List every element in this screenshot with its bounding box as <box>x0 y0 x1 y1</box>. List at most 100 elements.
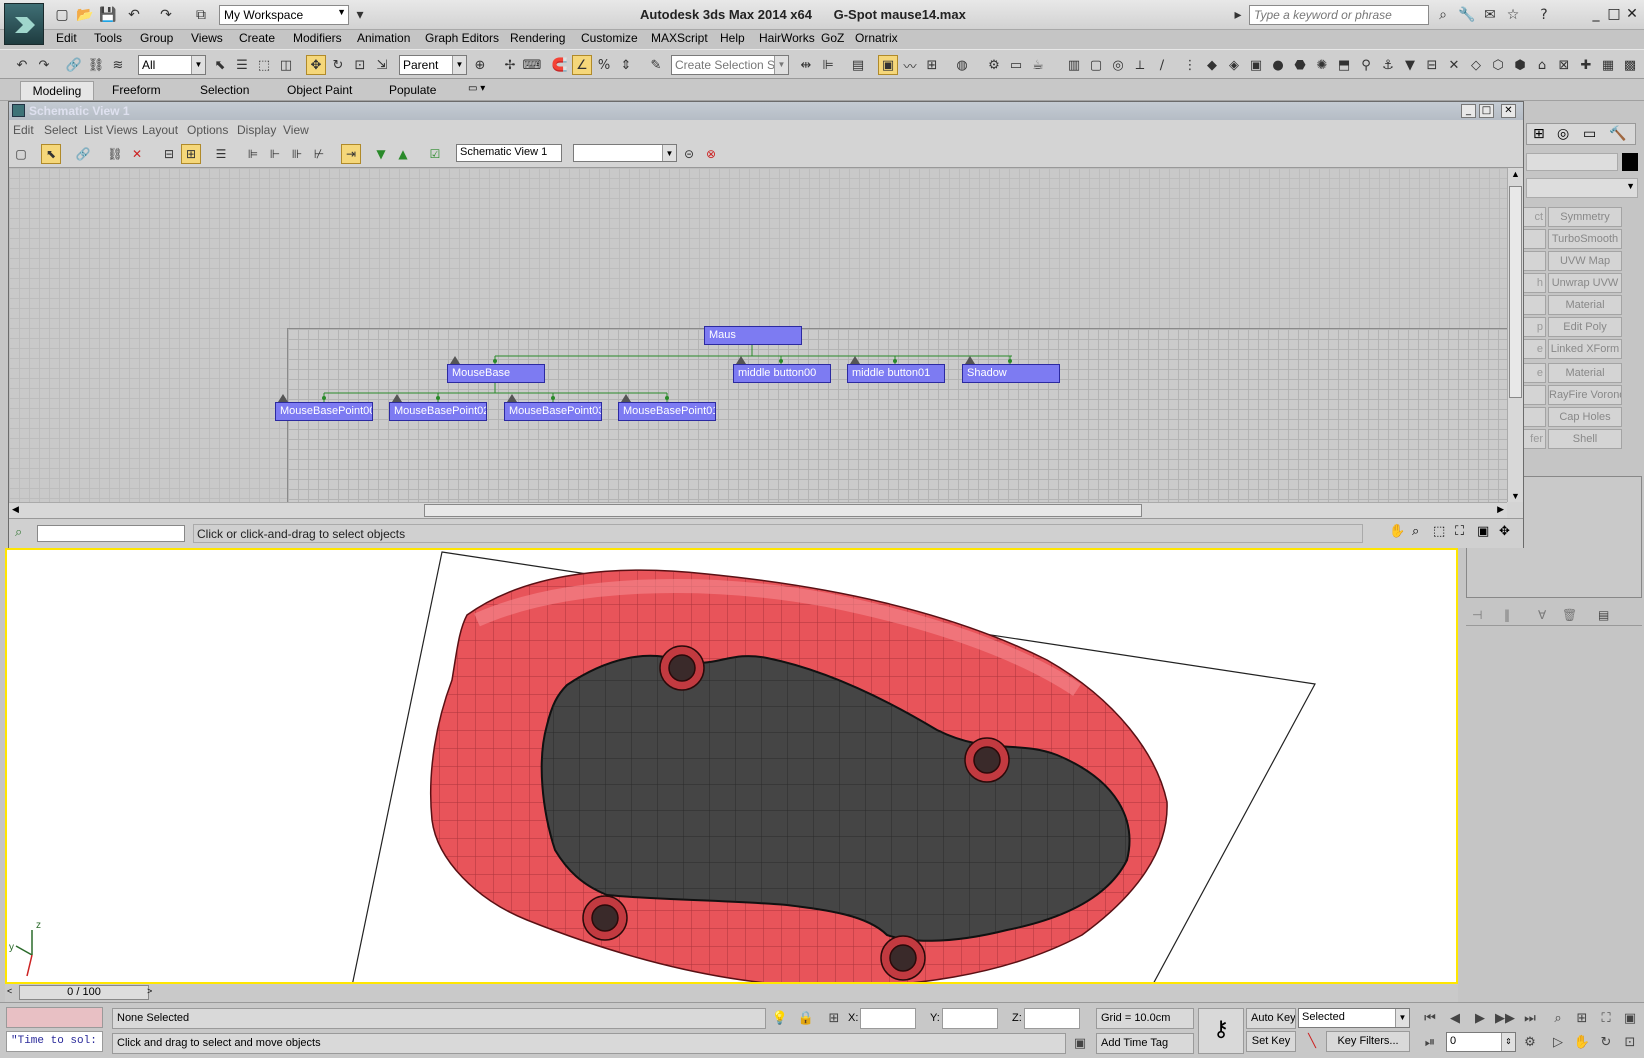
plugin-toolbar-icon-14[interactable]: ⚲ <box>1356 55 1376 75</box>
minimize-button[interactable]: _ <box>1587 6 1605 24</box>
modifier-button-symmetry[interactable]: Symmetry <box>1548 207 1622 227</box>
ribbon-options-icon[interactable]: ▭ ▾ <box>460 81 493 100</box>
modifier-button-uvw-map[interactable]: UVW Map <box>1548 251 1622 271</box>
free-selected-icon[interactable]: ⊬ <box>309 144 329 164</box>
node-collapse-triangle[interactable] <box>621 394 631 402</box>
select-and-move-icon[interactable]: ✥ <box>306 55 326 75</box>
workspace-select[interactable]: My Workspace ▼ <box>219 5 349 25</box>
layer-manager-icon[interactable]: ▤ <box>848 55 868 75</box>
select-object-icon[interactable]: ⬉ <box>210 55 230 75</box>
modifier-button-shell[interactable]: Shell <box>1548 429 1622 449</box>
unlink-icon[interactable]: ⛓ <box>86 55 106 75</box>
menu-hairworks[interactable]: HairWorks <box>759 31 815 45</box>
subscription-icon[interactable]: 🔧 <box>1457 5 1477 25</box>
maxscript-listener-input[interactable]: "Time to sol: <box>6 1031 103 1052</box>
node-collapse-triangle[interactable] <box>278 394 288 402</box>
time-slider-thumb[interactable]: 0 / 100 <box>19 985 149 1000</box>
redo-icon[interactable]: ↷ <box>156 5 176 25</box>
plugin-toolbar-icon-15[interactable]: ⚓ <box>1378 55 1398 75</box>
time-prev-icon[interactable]: < <box>7 986 12 996</box>
mirror-icon[interactable]: ⇹ <box>796 55 816 75</box>
node-middle-button00[interactable]: middle button00 <box>733 364 831 383</box>
node-middle-button01[interactable]: middle button01 <box>847 364 945 383</box>
menu-ornatrix[interactable]: Ornatrix <box>855 31 898 45</box>
node-collapse-triangle[interactable] <box>965 356 975 364</box>
tab-modeling[interactable]: Modeling <box>20 81 94 100</box>
zoom-selected-viewport-icon[interactable]: ⊝ <box>679 144 699 164</box>
free-all-icon[interactable]: ⊪ <box>287 144 307 164</box>
go-to-end-icon[interactable]: ⏭ <box>1520 1008 1540 1028</box>
node-collapse-triangle[interactable] <box>507 394 517 402</box>
pivot-center-icon[interactable]: ⊕ <box>470 55 490 75</box>
schematic-menu-list-views[interactable]: List Views <box>84 123 138 137</box>
menu-modifiers[interactable]: Modifiers <box>293 31 342 45</box>
zoom-extents-icon[interactable]: ⛶ <box>1455 524 1464 539</box>
pan-to-selected-icon[interactable]: ✥ <box>1499 524 1510 539</box>
modifier-button-unwrap-uvw[interactable]: Unwrap UVW <box>1548 273 1622 293</box>
rectangular-selection-icon[interactable]: ⬚ <box>254 55 274 75</box>
schematic-menu-view[interactable]: View <box>283 123 309 137</box>
scroll-down-icon[interactable]: ▼ <box>1511 491 1520 501</box>
plugin-toolbar-icon-6[interactable]: ⋮ <box>1180 55 1200 75</box>
select-and-rotate-icon[interactable]: ↻ <box>328 55 348 75</box>
go-to-start-icon[interactable]: ⏮ <box>1420 1008 1440 1028</box>
schematic-minimize-button[interactable]: _ <box>1461 104 1476 118</box>
modifier-button-linked-xform[interactable]: Linked XForm <box>1548 339 1622 359</box>
binoculars-icon[interactable]: ⌕ <box>1433 5 1453 25</box>
render-setup-icon[interactable]: ⚙ <box>984 55 1004 75</box>
plugin-toolbar-icon-16[interactable]: ▼ <box>1400 55 1420 75</box>
schematic-view-name-field[interactable]: Schematic View 1 <box>456 144 562 162</box>
display-floater-icon[interactable]: ▢ <box>11 144 31 164</box>
plugin-toolbar-icon-10[interactable]: ● <box>1268 55 1288 75</box>
make-unique-icon[interactable]: ∀ <box>1538 608 1546 622</box>
modifier-button-material-2[interactable]: Material <box>1548 363 1622 383</box>
display-tab-icon[interactable]: ▭ <box>1583 126 1596 142</box>
pan-view-icon[interactable]: ✋ <box>1572 1032 1592 1052</box>
menu-help[interactable]: Help <box>720 31 745 45</box>
named-selection-select[interactable]: Create Selection Se ▼ <box>671 55 789 75</box>
plugin-toolbar-icon-21[interactable]: ⬢ <box>1510 55 1530 75</box>
plugin-toolbar-icon-25[interactable]: ▦ <box>1598 55 1618 75</box>
customize-toolbar-icon[interactable]: ▾ <box>350 5 370 25</box>
schematic-menu-display[interactable]: Display <box>237 123 276 137</box>
menu-customize[interactable]: Customize <box>581 31 638 45</box>
reference-coordinate-select[interactable]: Parent ▼ <box>399 55 467 75</box>
bookmark-name-select[interactable]: ▼ <box>573 144 677 162</box>
unlink-selected-icon[interactable]: ⛓ <box>105 144 125 164</box>
key-filters-button[interactable]: Key Filters... <box>1326 1031 1410 1052</box>
zoom-extents-selected-icon[interactable]: ▣ <box>1477 524 1489 539</box>
schematic-search-input[interactable] <box>37 525 185 542</box>
hierarchy-tab-icon[interactable]: ⊞ <box>1533 126 1545 142</box>
scroll-left-icon[interactable]: ◀ <box>12 504 19 515</box>
plugin-toolbar-icon-17[interactable]: ⊟ <box>1422 55 1442 75</box>
plugin-toolbar-icon-11[interactable]: ⬣ <box>1290 55 1310 75</box>
expand-selected-icon[interactable]: ▼ <box>371 144 391 164</box>
time-slider[interactable]: < 0 / 100 > <box>5 984 1458 1002</box>
menu-tools[interactable]: Tools <box>94 31 122 45</box>
schematic-menu-edit[interactable]: Edit <box>13 123 34 137</box>
scroll-right-icon[interactable]: ▶ <box>1497 504 1504 515</box>
plugin-toolbar-icon-23[interactable]: ⊠ <box>1554 55 1574 75</box>
collapse-selected-icon[interactable]: ▲ <box>393 144 413 164</box>
schematic-vertical-scrollbar[interactable]: ▲ ▼ <box>1507 168 1523 502</box>
modifier-list-select[interactable]: ▼ <box>1526 178 1638 198</box>
delete-objects-icon[interactable]: ✕ <box>127 144 147 164</box>
redo-icon[interactable]: ↷ <box>34 55 54 75</box>
undo-icon[interactable]: ↶ <box>124 5 144 25</box>
schematic-menu-select[interactable]: Select <box>44 123 77 137</box>
hierarchy-mode-icon[interactable]: ⊟ <box>159 144 179 164</box>
curve-editor-icon[interactable]: 〰 <box>900 55 920 75</box>
isolate-selection-icon[interactable]: 💡 <box>770 1008 790 1028</box>
pan-icon[interactable]: ✋ <box>1389 524 1405 539</box>
auto-key-button[interactable]: Auto Key <box>1246 1008 1296 1029</box>
plugin-toolbar-icon-7[interactable]: ◆ <box>1202 55 1222 75</box>
render-frame-icon[interactable]: ▭ <box>1006 55 1026 75</box>
app-menu-logo-icon[interactable] <box>4 3 44 45</box>
window-crossing-icon[interactable]: ◫ <box>276 55 296 75</box>
percent-snap-icon[interactable]: % <box>594 55 614 75</box>
node-mousebasepoint02[interactable]: MouseBasePoint02 <box>389 402 487 421</box>
node-shadow[interactable]: Shadow <box>962 364 1060 383</box>
key-mode-select[interactable]: Selected ▼ <box>1298 1008 1410 1028</box>
field-of-view-icon[interactable]: ▷ <box>1548 1032 1568 1052</box>
undo-icon[interactable]: ↶ <box>12 55 32 75</box>
